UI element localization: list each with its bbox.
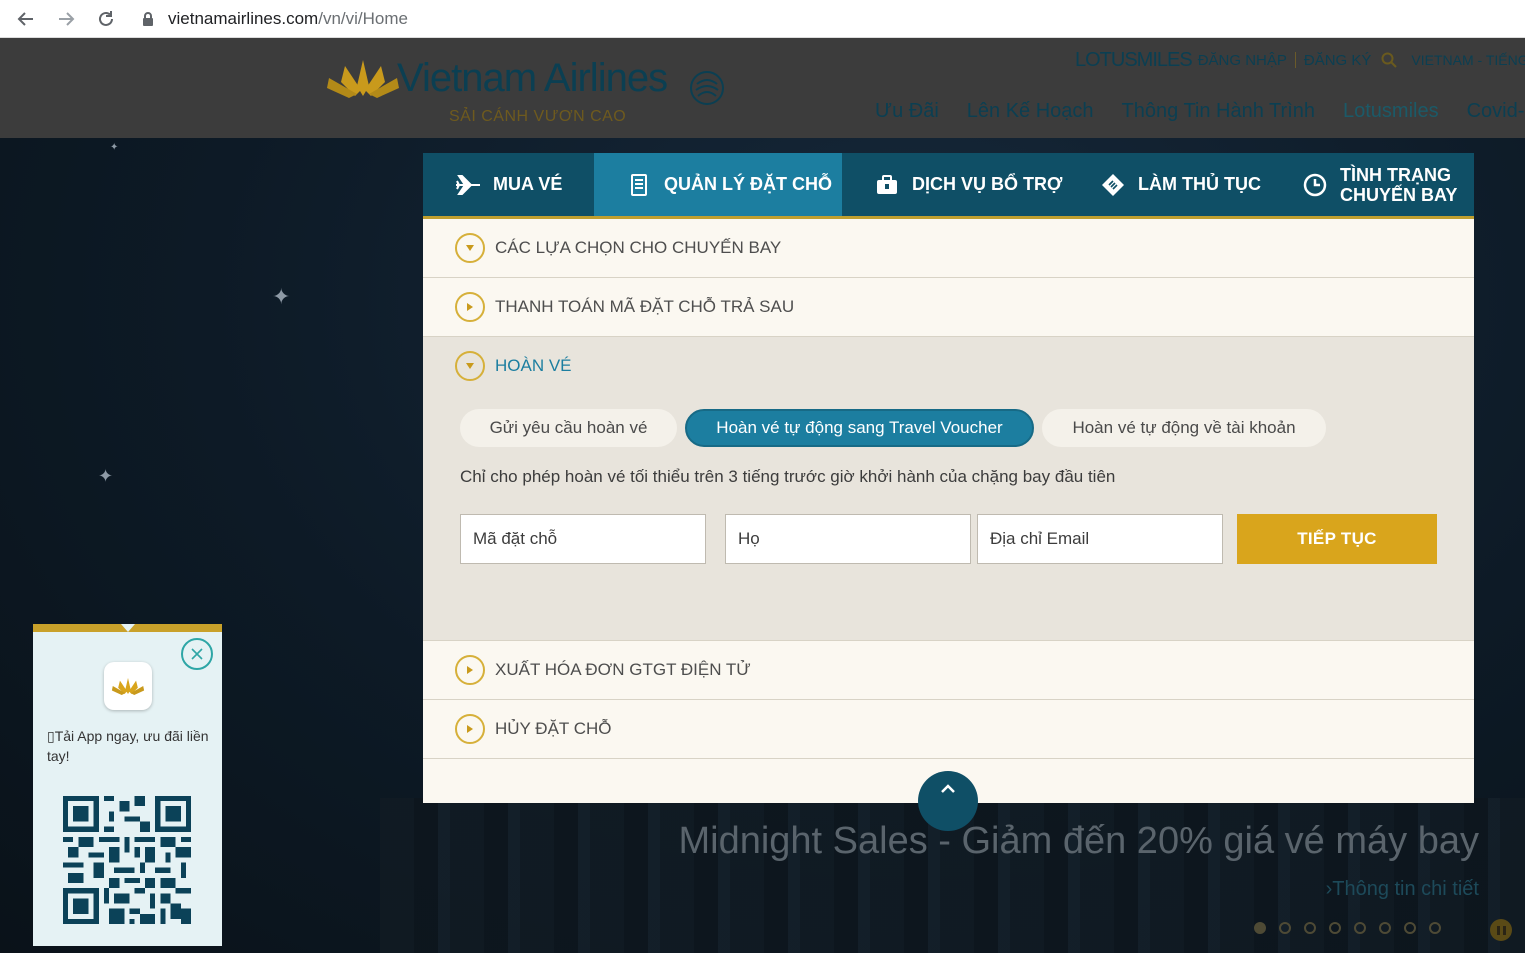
booking-code-field[interactable]: Mã đặt chỗ — [460, 514, 706, 564]
section-cancel-booking[interactable]: HỦY ĐẶT CHỖ — [423, 700, 1474, 759]
country-language-selector[interactable]: VIETNAM - TIẾNG VIỆT — [1411, 52, 1525, 68]
promo-details-link[interactable]: ›Thông tin chi tiết — [1326, 878, 1479, 901]
airplane-icon — [455, 173, 481, 197]
app-popup-text: ▯Tải App ngay, ưu đãi liền tay! — [47, 728, 209, 764]
slider-dots — [1254, 922, 1454, 934]
chevron-up-icon — [941, 784, 955, 793]
skyteam-icon — [690, 71, 724, 105]
address-bar[interactable]: vietnamairlines.com/vn/vi/Home — [140, 4, 408, 34]
slider-dot[interactable] — [1404, 922, 1416, 934]
ticket-icon — [1100, 173, 1126, 197]
slider-dot[interactable] — [1304, 922, 1316, 934]
forward-arrow-icon[interactable] — [46, 4, 86, 34]
back-arrow-icon[interactable] — [6, 4, 46, 34]
tab-check-in[interactable]: LÀM THỦ TỤC — [1072, 153, 1272, 216]
search-icon[interactable] — [1381, 52, 1398, 68]
slider-dot[interactable] — [1279, 922, 1291, 934]
browser-toolbar: vietnamairlines.com/vn/vi/Home — [0, 0, 1525, 38]
collapse-widget-button[interactable] — [918, 771, 978, 831]
tab-ancillary-services[interactable]: DỊCH VỤ BỔ TRỢ — [842, 153, 1072, 216]
lotus-logo-icon — [327, 60, 399, 98]
section-refund-header[interactable]: HOÀN VÉ — [423, 337, 1474, 395]
chevron-down-icon — [455, 351, 485, 381]
email-field[interactable]: Địa chỉ Email — [977, 514, 1223, 564]
slider-dot[interactable] — [1429, 922, 1441, 934]
chevron-right-icon — [455, 655, 485, 685]
refund-account-option[interactable]: Hoàn vé tự động về tài khoản — [1042, 409, 1326, 447]
tab-manage-booking[interactable]: QUẢN LÝ ĐẶT CHỖ — [594, 153, 842, 216]
booking-document-icon — [626, 173, 652, 197]
slider-dot[interactable] — [1329, 922, 1341, 934]
star-decoration: ✦ — [110, 142, 119, 153]
section-refund: HOÀN VÉ Gửi yêu cầu hoàn vé Hoàn vé tự đ… — [423, 337, 1474, 641]
close-icon[interactable] — [181, 638, 213, 670]
nav-item-deals[interactable]: Ưu Đãi — [875, 100, 939, 123]
vietnam-airlines-logo[interactable]: Vietnam Airlines SẢI CÁNH VƯƠN CAO — [325, 48, 735, 128]
phone-icon: ▯ — [47, 728, 55, 744]
logo-wordmark: Vietnam Airlines — [397, 56, 668, 100]
popup-notch — [121, 624, 135, 632]
url-text: vietnamairlines.com/vn/vi/Home — [168, 8, 408, 28]
lotusmiles-brand: LOTUSMILES — [1075, 48, 1193, 71]
promo-title: Midnight Sales - Giảm đến 20% giá vé máy… — [678, 820, 1479, 862]
slider-dot[interactable] — [1254, 922, 1266, 934]
chevron-right-icon — [455, 292, 485, 322]
continue-button[interactable]: TIẾP TỤC — [1237, 514, 1437, 564]
main-nav: Ưu Đãi Lên Kế Hoạch Thông Tin Hành Trình… — [875, 100, 1525, 123]
app-download-popup: ▯Tải App ngay, ưu đãi liền tay! — [33, 624, 222, 946]
site-header: Vietnam Airlines SẢI CÁNH VƯƠN CAO LOTUS… — [0, 38, 1525, 138]
section-flight-options[interactable]: CÁC LỰA CHỌN CHO CHUYẾN BAY — [423, 219, 1474, 278]
refund-options: Gửi yêu cầu hoàn vé Hoàn vé tự động sang… — [460, 409, 1334, 447]
chevron-down-icon — [455, 233, 485, 263]
star-decoration: ✦ — [98, 466, 114, 486]
tab-flight-status[interactable]: TÌNH TRẠNG CHUYẾN BAY — [1272, 153, 1474, 216]
pause-icon[interactable] — [1490, 919, 1512, 941]
last-name-field[interactable]: Họ — [725, 514, 971, 564]
section-pay-later[interactable]: THANH TOÁN MÃ ĐẶT CHỖ TRẢ SAU — [423, 278, 1474, 337]
qr-code-icon[interactable] — [63, 796, 191, 924]
divider — [1294, 52, 1296, 68]
refund-request-option[interactable]: Gửi yêu cầu hoàn vé — [460, 409, 677, 447]
top-links: LOTUSMILES ĐĂNG NHẬP ĐĂNG KÝ VIETNAM - T… — [1075, 48, 1525, 72]
slider-dot[interactable] — [1379, 922, 1391, 934]
slider-dot[interactable] — [1354, 922, 1366, 934]
clock-icon — [1302, 173, 1328, 197]
nav-item-trip-info[interactable]: Thông Tin Hành Trình — [1122, 100, 1315, 123]
luggage-icon — [874, 173, 900, 197]
logo-slogan: SẢI CÁNH VƯƠN CAO — [449, 108, 627, 125]
login-link[interactable]: ĐĂNG NHẬP — [1198, 52, 1287, 69]
app-lotus-icon — [104, 662, 152, 710]
register-link[interactable]: ĐĂNG KÝ — [1304, 52, 1372, 69]
refund-notice: Chỉ cho phép hoàn vé tối thiểu trên 3 ti… — [460, 467, 1116, 486]
nav-item-lotusmiles[interactable]: Lotusmiles — [1343, 100, 1439, 123]
section-e-invoice[interactable]: XUẤT HÓA ĐƠN GTGT ĐIỆN TỬ — [423, 641, 1474, 700]
booking-widget: MUA VÉ QUẢN LÝ ĐẶT CHỖ DỊCH VỤ BỔ TRỢ LÀ… — [423, 153, 1474, 831]
refund-voucher-option[interactable]: Hoàn vé tự động sang Travel Voucher — [685, 409, 1034, 447]
tab-buy-ticket[interactable]: MUA VÉ — [423, 153, 594, 216]
nav-item-covid[interactable]: Covid-19 — [1467, 100, 1525, 123]
nav-item-plan[interactable]: Lên Kế Hoạch — [967, 100, 1094, 123]
reload-icon[interactable] — [86, 4, 126, 34]
chevron-right-icon — [455, 714, 485, 744]
star-decoration: ✦ — [272, 284, 291, 309]
lock-icon — [140, 11, 156, 27]
widget-tabs: MUA VÉ QUẢN LÝ ĐẶT CHỖ DỊCH VỤ BỔ TRỢ LÀ… — [423, 153, 1474, 216]
